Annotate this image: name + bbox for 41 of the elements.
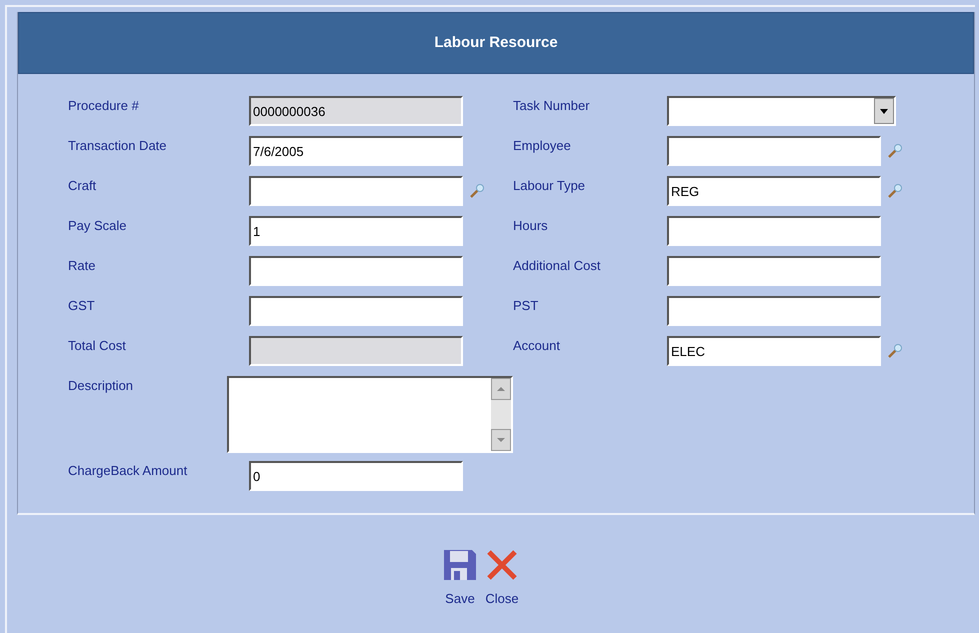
text-field[interactable]: REG <box>667 176 881 206</box>
field-label: Pay Scale <box>68 217 127 233</box>
lookup-icon[interactable] <box>469 182 485 199</box>
text-field[interactable]: ELEC <box>667 336 881 366</box>
field-label: Hours <box>513 217 548 233</box>
text-field[interactable] <box>667 296 881 326</box>
field-label: PST <box>513 297 538 313</box>
dropdown-arrow-icon <box>880 108 888 114</box>
field-label: Additional Cost <box>513 257 600 273</box>
field-label: Task Number <box>513 97 590 113</box>
close-icon <box>485 549 519 581</box>
save-button[interactable]: Save <box>443 549 477 608</box>
form-title: Labour Resource <box>18 12 974 74</box>
lookup-icon[interactable] <box>887 342 903 359</box>
field-label: Procedure # <box>68 97 139 113</box>
text-field[interactable]: 7/6/2005 <box>249 136 463 166</box>
scroll-down-arrow-icon <box>497 438 505 442</box>
text-field[interactable] <box>667 136 881 166</box>
field-label: Labour Type <box>513 177 586 193</box>
field-label: Rate <box>68 257 96 273</box>
field-label: ChargeBack Amount <box>68 462 188 478</box>
text-field[interactable]: 1 <box>249 216 463 246</box>
field-label: Employee <box>513 137 571 153</box>
field-label: Description <box>68 377 134 393</box>
field-label: Craft <box>68 177 96 193</box>
text-field[interactable] <box>667 216 881 246</box>
field-label: Account <box>513 337 560 353</box>
save-icon <box>443 549 477 581</box>
dropdown-field[interactable] <box>667 96 896 126</box>
field-label: GST <box>68 297 95 313</box>
text-field[interactable]: 0 <box>249 461 463 491</box>
field-label: Total Cost <box>68 337 126 353</box>
text-field[interactable] <box>249 296 463 326</box>
lookup-icon[interactable] <box>887 142 903 159</box>
scroll-up-arrow-icon <box>497 387 505 391</box>
text-field[interactable] <box>249 176 463 206</box>
lookup-icon[interactable] <box>887 182 903 199</box>
field-label: Transaction Date <box>68 137 167 153</box>
text-field[interactable] <box>249 256 463 286</box>
text-field[interactable] <box>667 256 881 286</box>
close-button[interactable]: Close <box>485 549 519 608</box>
